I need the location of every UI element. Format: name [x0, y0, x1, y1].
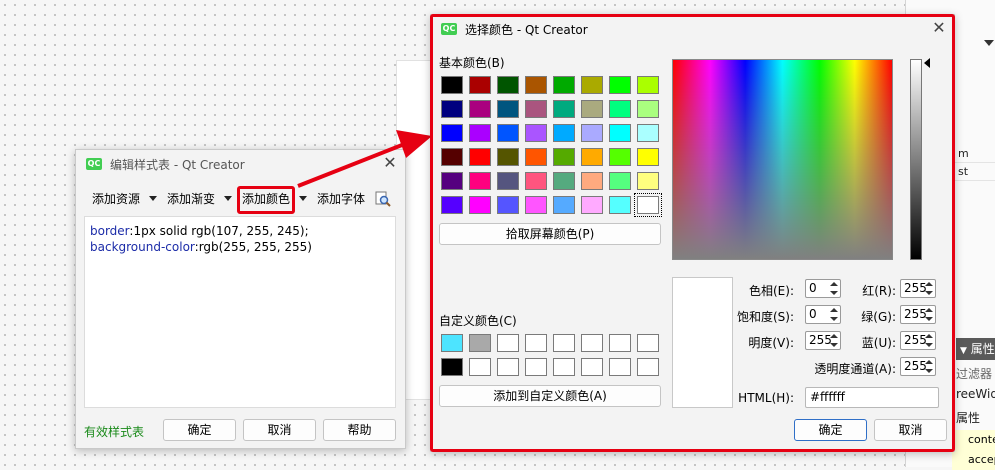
highlight-box: [430, 14, 955, 452]
